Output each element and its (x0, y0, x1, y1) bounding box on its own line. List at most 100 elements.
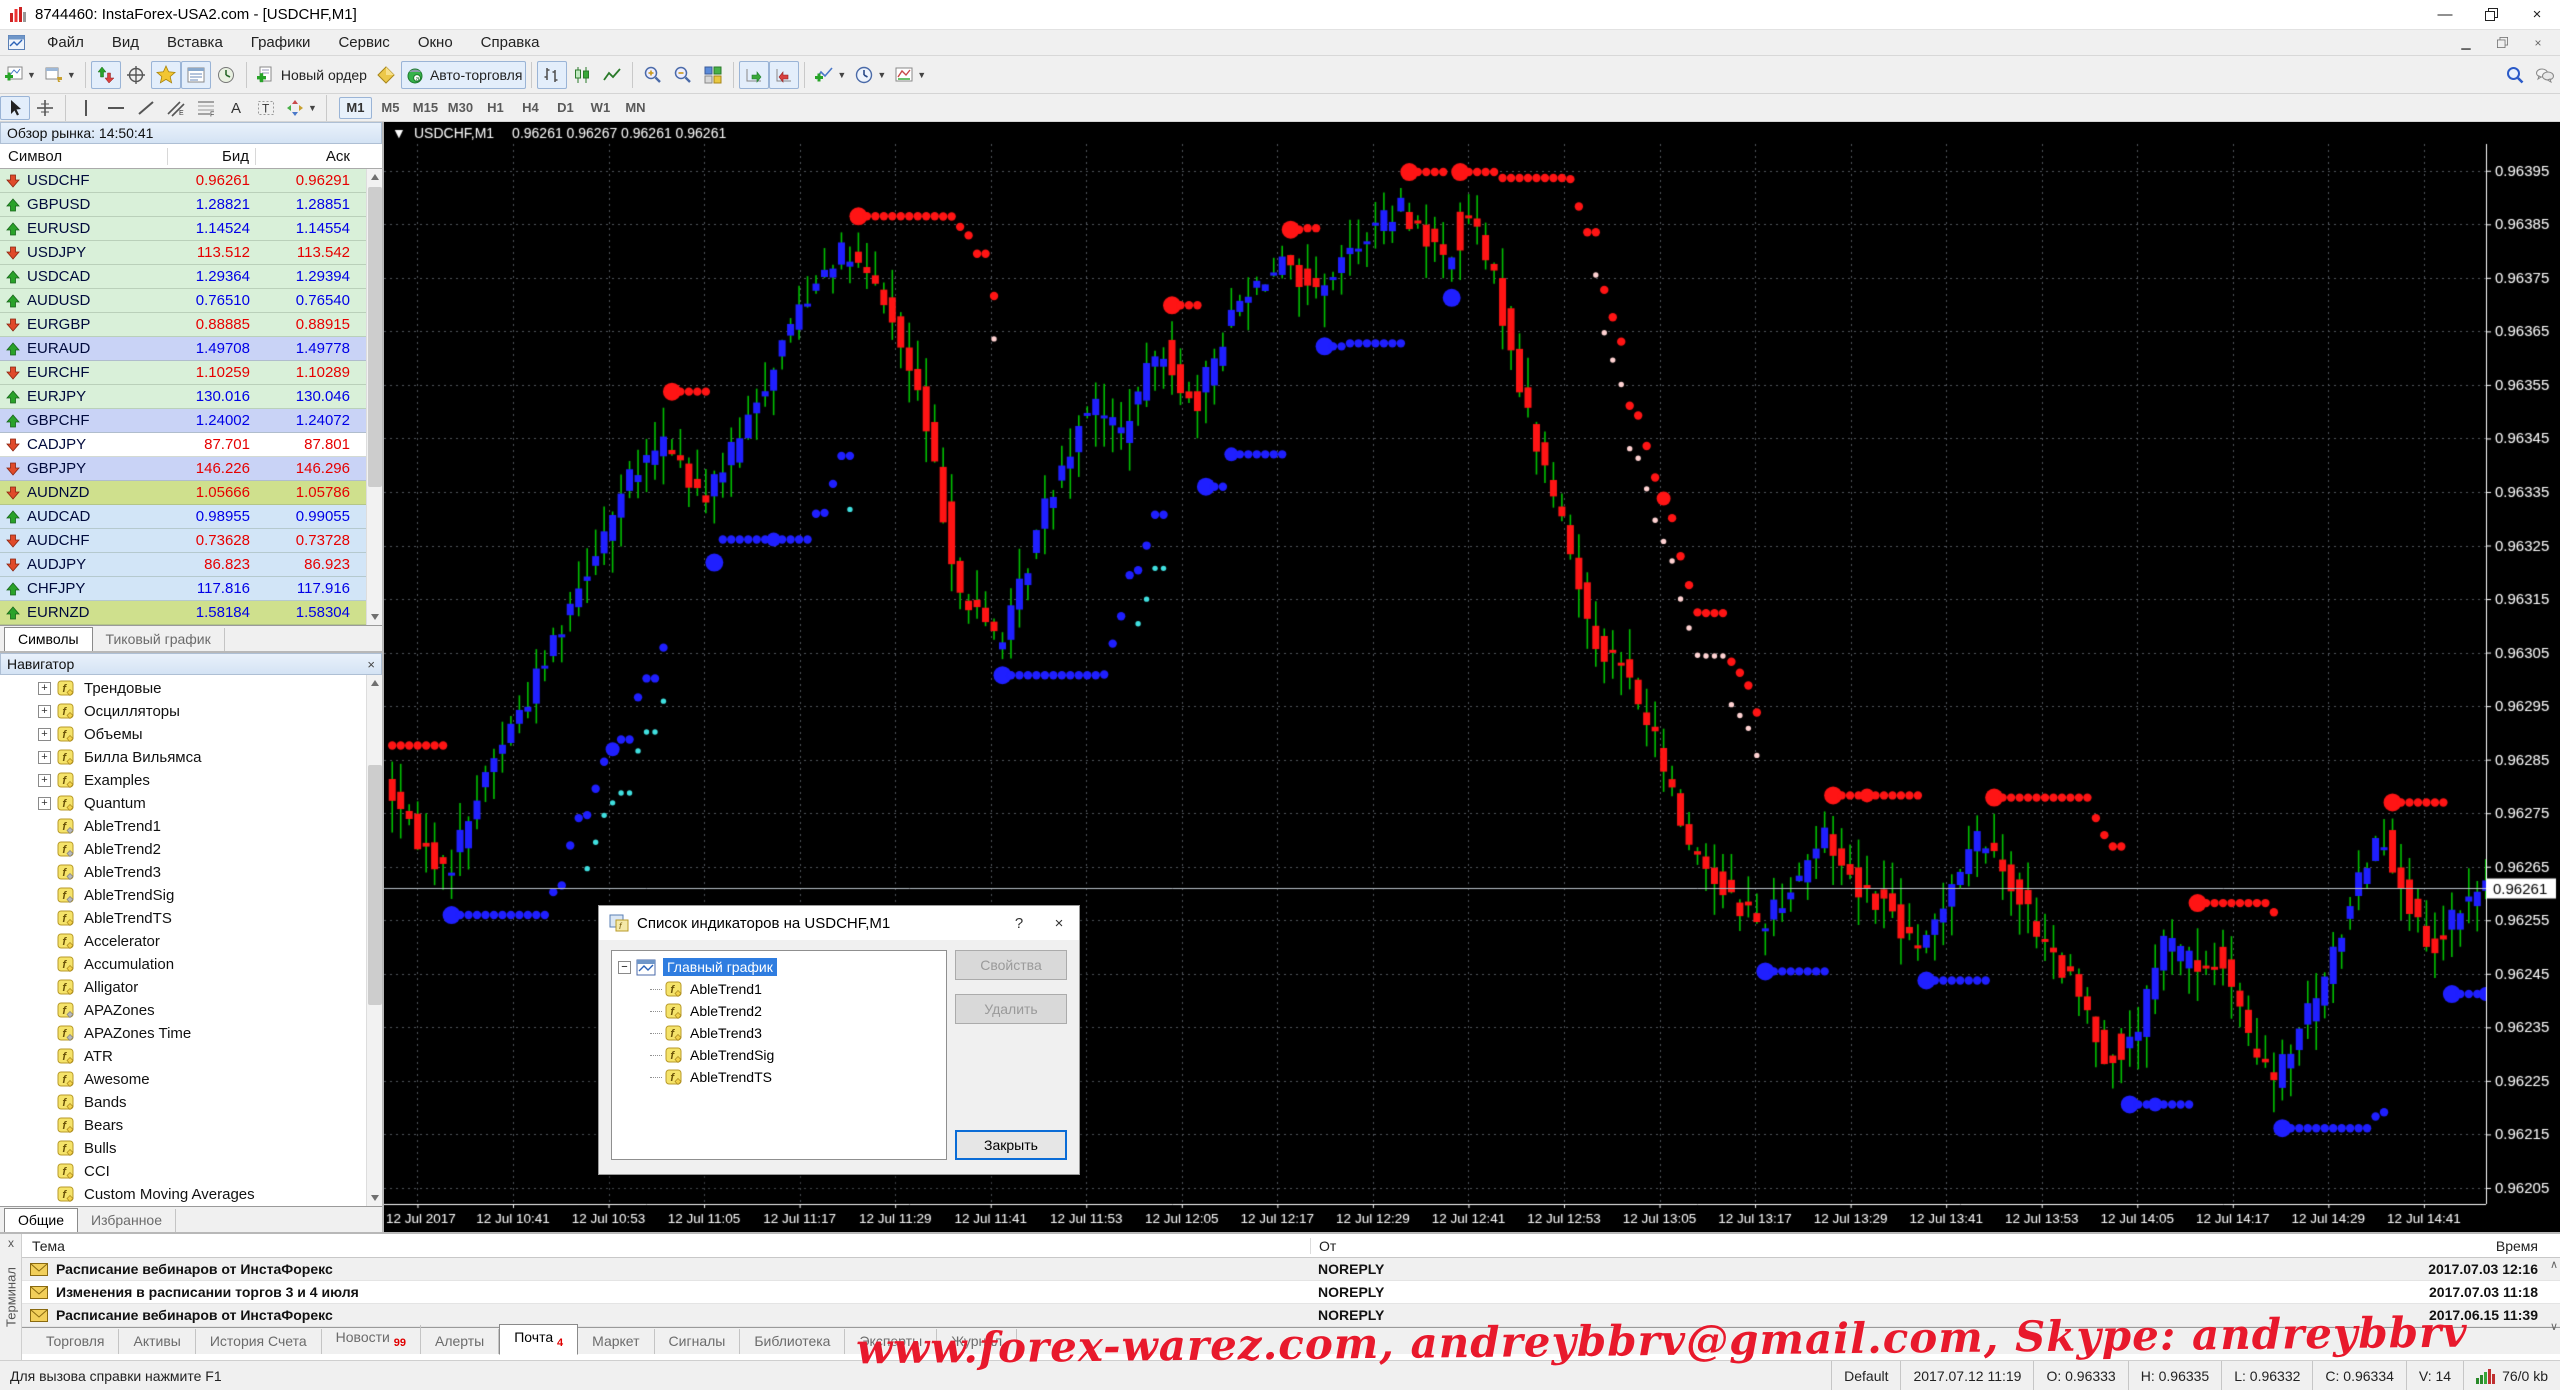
menu-Справка[interactable]: Справка (467, 32, 554, 53)
close-dialog-button[interactable]: Закрыть (955, 1130, 1067, 1160)
navigator-item-CCI[interactable]: f CCI (0, 1160, 382, 1183)
col-time[interactable]: Время (2350, 1238, 2560, 1254)
close-button[interactable]: × (2514, 0, 2560, 29)
profiles-button[interactable]: ▼ (40, 61, 80, 89)
autotrading-button[interactable]: aАвто-торговля (401, 61, 526, 89)
chat-button[interactable] (2530, 61, 2560, 89)
tile-windows-button[interactable] (698, 61, 728, 89)
expand-icon[interactable]: + (38, 774, 51, 787)
terminal-tab-Алерты[interactable]: Алерты (421, 1329, 499, 1354)
metaeditor-button[interactable] (371, 61, 401, 89)
market-watch-button[interactable] (91, 61, 121, 89)
tab-Избранное[interactable]: Избранное (78, 1209, 176, 1232)
market-watch-row-AUDJPY[interactable]: AUDJPY 86.823 86.923 (0, 553, 382, 577)
terminal-tab-Торговля[interactable]: Торговля (32, 1329, 119, 1354)
line-chart-button[interactable] (597, 61, 627, 89)
terminal-tab-Маркет[interactable]: Маркет (578, 1329, 654, 1354)
market-watch-row-USDCAD[interactable]: USDCAD 1.29364 1.29394 (0, 265, 382, 289)
dialog-item-AbleTrend3[interactable]: f AbleTrend3 (616, 1022, 942, 1044)
horizontal-line-tool-button[interactable] (101, 96, 131, 120)
market-watch-row-EURUSD[interactable]: EURUSD 1.14524 1.14554 (0, 217, 382, 241)
col-bid[interactable]: Бид (168, 148, 256, 165)
navigator-item-Bands[interactable]: f Bands (0, 1091, 382, 1114)
terminal-tab-Новости[interactable]: Новости 99 (322, 1325, 421, 1354)
equidistant-channel-tool-button[interactable]: E (161, 96, 191, 120)
dialog-item-AbleTrend2[interactable]: f AbleTrend2 (616, 1000, 942, 1022)
dialog-item-AbleTrendSig[interactable]: f AbleTrendSig (616, 1044, 942, 1066)
vertical-line-tool-button[interactable] (71, 96, 101, 120)
scroll-up-icon[interactable] (367, 675, 382, 691)
delete-button[interactable]: Удалить (955, 994, 1067, 1024)
market-watch-row-EURCHF[interactable]: EURCHF 1.10259 1.10289 (0, 361, 382, 385)
scroll-up-icon[interactable] (367, 169, 382, 185)
navigator-item-Bears[interactable]: f Bears (0, 1114, 382, 1137)
col-from[interactable]: От (1310, 1238, 2350, 1254)
expand-icon[interactable]: + (38, 728, 51, 741)
navigator-item-Bulls[interactable]: f Bulls (0, 1137, 382, 1160)
market-watch-row-EURGBP[interactable]: EURGBP 0.88885 0.88915 (0, 313, 382, 337)
terminal-tab-Почта[interactable]: Почта 4 (499, 1324, 578, 1355)
navigator-group-Билла Вильямса[interactable]: + f Билла Вильямса (0, 746, 382, 769)
collapse-icon[interactable]: − (618, 961, 631, 974)
search-button[interactable] (2500, 61, 2530, 89)
market-watch-row-USDCHF[interactable]: USDCHF 0.96261 0.96291 (0, 169, 382, 193)
candlestick-chart-button[interactable] (567, 61, 597, 89)
navigator-item-AbleTrendSig[interactable]: f AbleTrendSig (0, 884, 382, 907)
navigator-item-Custom-Moving-Averages[interactable]: f Custom Moving Averages (0, 1183, 382, 1206)
col-ask[interactable]: Аск (256, 148, 356, 165)
bar-chart-button[interactable] (537, 61, 567, 89)
cursor-tool-button[interactable] (0, 96, 30, 120)
market-watch-row-EURAUD[interactable]: EURAUD 1.49708 1.49778 (0, 337, 382, 361)
navigator-item-Accumulation[interactable]: f Accumulation (0, 953, 382, 976)
menu-Окно[interactable]: Окно (404, 32, 467, 53)
navigator-item-APAZones[interactable]: f APAZones (0, 999, 382, 1022)
market-watch-row-EURNZD[interactable]: EURNZD 1.58184 1.58304 (0, 601, 382, 625)
navigator-item-Accelerator[interactable]: f Accelerator (0, 930, 382, 953)
menu-Файл[interactable]: Файл (33, 32, 98, 53)
timeframe-M5[interactable]: M5 (374, 97, 407, 119)
crosshair-tool-button[interactable] (30, 96, 60, 120)
timeframe-D1[interactable]: D1 (549, 97, 582, 119)
timeframe-W1[interactable]: W1 (584, 97, 617, 119)
market-watch-row-CHFJPY[interactable]: CHFJPY 117.816 117.916 (0, 577, 382, 601)
col-symbol[interactable]: Символ (0, 148, 168, 165)
expand-icon[interactable]: + (38, 751, 51, 764)
expand-icon[interactable]: + (38, 705, 51, 718)
menu-Вставка[interactable]: Вставка (153, 32, 237, 53)
chart-shift-button[interactable] (769, 61, 799, 89)
navigator-scrollbar[interactable] (366, 675, 382, 1206)
new-order-button[interactable]: Новый ордер (252, 61, 371, 89)
menu-Сервис[interactable]: Сервис (324, 32, 403, 53)
market-watch-row-AUDCAD[interactable]: AUDCAD 0.98955 0.99055 (0, 505, 382, 529)
dialog-item-AbleTrend1[interactable]: f AbleTrend1 (616, 978, 942, 1000)
market-watch-row-GBPCHF[interactable]: GBPCHF 1.24002 1.24072 (0, 409, 382, 433)
market-watch-row-EURJPY[interactable]: EURJPY 130.016 130.046 (0, 385, 382, 409)
navigator-item-APAZones-Time[interactable]: f APAZones Time (0, 1022, 382, 1045)
market-watch-row-AUDCHF[interactable]: AUDCHF 0.73628 0.73728 (0, 529, 382, 553)
properties-button[interactable]: Свойства (955, 950, 1067, 980)
text-tool-button[interactable]: A (221, 96, 251, 120)
zoom-out-button[interactable] (668, 61, 698, 89)
templates-button[interactable]: ▼ (890, 61, 930, 89)
dialog-close-button[interactable]: × (1039, 915, 1079, 932)
terminal-close-icon[interactable]: x (0, 1236, 22, 1250)
terminal-scrollbar[interactable]: ∧∨ (2542, 1258, 2560, 1333)
expand-icon[interactable]: + (38, 797, 51, 810)
new-chart-button[interactable]: ▼ (0, 61, 40, 89)
minimize-button[interactable]: — (2422, 0, 2468, 29)
scroll-down-icon[interactable] (367, 609, 382, 625)
tab-Общие[interactable]: Общие (4, 1208, 78, 1233)
indicators-button[interactable]: ▼ (810, 61, 850, 89)
child-restore-button[interactable] (2484, 33, 2520, 53)
market-watch-row-GBPUSD[interactable]: GBPUSD 1.28821 1.28851 (0, 193, 382, 217)
dialog-item-AbleTrendTS[interactable]: f AbleTrendTS (616, 1066, 942, 1088)
timeframe-M15[interactable]: M15 (409, 97, 442, 119)
market-watch-row-AUDUSD[interactable]: AUDUSD 0.76510 0.76540 (0, 289, 382, 313)
col-subject[interactable]: Тема (22, 1238, 1310, 1254)
status-profile[interactable]: Default (1831, 1361, 1900, 1390)
mail-row[interactable]: Изменения в расписании торгов 3 и 4 июля… (22, 1281, 2560, 1304)
menu-Вид[interactable]: Вид (98, 32, 153, 53)
navigator-item-Alligator[interactable]: f Alligator (0, 976, 382, 999)
trendline-tool-button[interactable] (131, 96, 161, 120)
navigator-button[interactable] (151, 61, 181, 89)
